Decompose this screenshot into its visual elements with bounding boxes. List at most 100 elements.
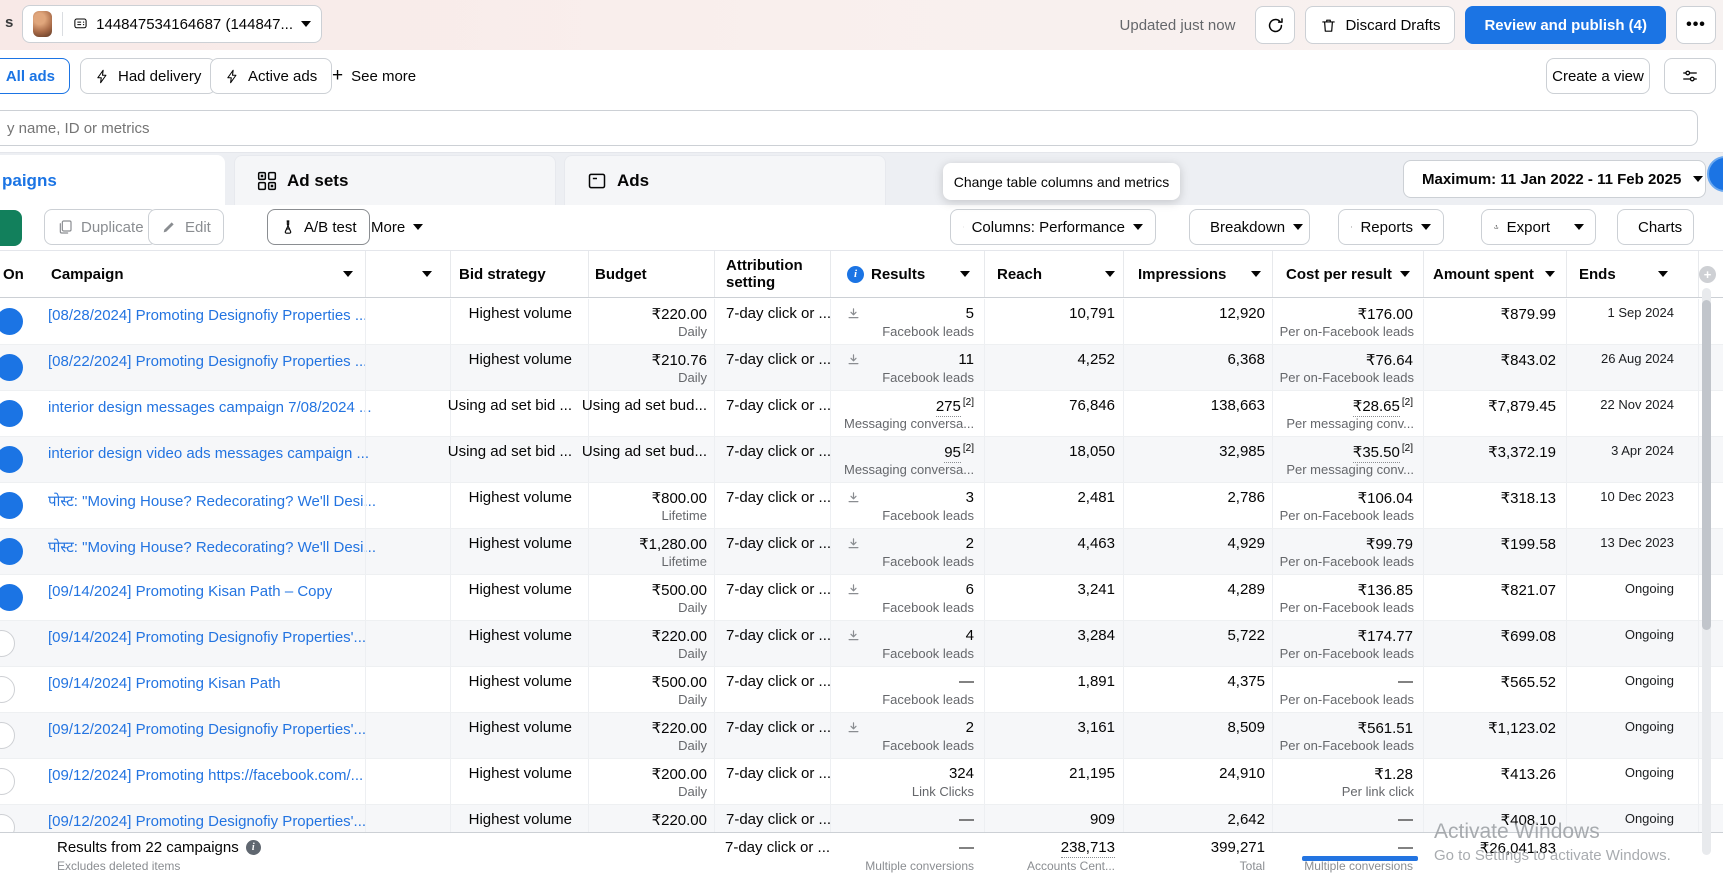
campaign-link[interactable]: पोस्ट: "Moving House? Redecorating? We'l… xyxy=(48,537,376,557)
header-campaign[interactable]: Campaign xyxy=(35,251,365,297)
header-ends[interactable]: Ends xyxy=(1566,251,1698,297)
campaign-toggle[interactable] xyxy=(0,391,35,436)
more-menu-button[interactable]: More xyxy=(371,209,423,245)
refresh-button[interactable] xyxy=(1255,6,1295,44)
campaign-link[interactable]: [09/14/2024] Promoting Designofiy Proper… xyxy=(48,629,366,646)
toggle-knob[interactable] xyxy=(0,768,15,795)
ends-value: 10 Dec 2023 xyxy=(1600,489,1674,504)
toggle-knob[interactable] xyxy=(0,676,15,703)
sort-caret-icon[interactable] xyxy=(1251,271,1261,277)
header-delivery-collapsed[interactable] xyxy=(365,251,450,297)
campaign-toggle[interactable] xyxy=(0,345,35,390)
campaign-link[interactable]: [09/12/2024] Promoting Designofiy Proper… xyxy=(48,813,366,830)
filter-had-delivery[interactable]: Had delivery xyxy=(80,58,216,94)
campaign-link[interactable]: पोस्ट: "Moving House? Redecorating? We'l… xyxy=(48,491,376,511)
export-button[interactable]: Export xyxy=(1481,209,1563,245)
header-impressions[interactable]: Impressions xyxy=(1123,251,1272,297)
see-more-button[interactable]: + See more xyxy=(332,58,416,94)
results-type: Facebook leads xyxy=(882,600,974,615)
toggle-knob[interactable] xyxy=(0,538,23,565)
sort-caret-icon[interactable] xyxy=(1105,271,1115,277)
cost-type: Per messaging conv... xyxy=(1286,462,1414,477)
sort-caret-icon[interactable] xyxy=(343,271,353,277)
info-icon[interactable]: i xyxy=(246,840,261,855)
campaign-toggle[interactable] xyxy=(0,299,35,344)
download-icon[interactable] xyxy=(846,583,861,598)
discard-drafts-button[interactable]: Discard Drafts xyxy=(1305,6,1455,44)
toggle-knob[interactable] xyxy=(0,630,15,657)
view-settings-button[interactable] xyxy=(1664,58,1716,94)
ad-account-selector[interactable]: 144847534164687 (144847... xyxy=(22,5,322,43)
header-reach[interactable]: Reach xyxy=(984,251,1123,297)
campaign-link[interactable]: [09/12/2024] Promoting https://facebook.… xyxy=(48,767,363,784)
download-icon[interactable] xyxy=(846,629,861,644)
campaign-link[interactable]: interior design video ads messages campa… xyxy=(48,445,369,462)
campaign-link[interactable]: [09/14/2024] Promoting Kisan Path xyxy=(48,675,281,692)
divider xyxy=(62,12,63,36)
breakdown-button[interactable]: Breakdown xyxy=(1189,209,1310,245)
campaign-toggle[interactable] xyxy=(0,437,35,482)
more-options-button[interactable]: ••• xyxy=(1676,6,1716,44)
tab-ad-sets[interactable]: Ad sets xyxy=(234,155,556,206)
filter-all-ads[interactable]: All ads xyxy=(0,58,70,94)
campaign-link[interactable]: [09/12/2024] Promoting Designofiy Proper… xyxy=(48,721,366,738)
create-button-clipped[interactable] xyxy=(0,210,22,246)
tab-campaigns[interactable]: paigns xyxy=(0,155,225,206)
sort-caret-icon[interactable] xyxy=(1658,271,1668,277)
filter-active-ads[interactable]: Active ads xyxy=(210,58,332,94)
header-budget[interactable]: Budget xyxy=(588,251,714,297)
header-bid-strategy[interactable]: Bid strategy xyxy=(450,251,588,297)
campaign-toggle[interactable] xyxy=(0,483,35,528)
download-icon[interactable] xyxy=(846,353,861,368)
add-column-icon[interactable]: + xyxy=(1699,266,1716,283)
sort-caret-icon[interactable] xyxy=(422,271,432,277)
columns-button[interactable]: Columns: Performance xyxy=(950,209,1156,245)
campaign-link[interactable]: [08/22/2024] Promoting Designofiy Proper… xyxy=(48,353,367,370)
charts-button[interactable]: Charts xyxy=(1617,209,1694,245)
export-caret-button[interactable] xyxy=(1562,209,1596,245)
tab-ads[interactable]: Ads xyxy=(564,155,886,206)
campaign-toggle[interactable] xyxy=(0,529,35,574)
sort-caret-icon[interactable] xyxy=(960,271,970,277)
campaign-toggle[interactable] xyxy=(0,575,35,620)
toggle-knob[interactable] xyxy=(0,492,23,519)
toggle-knob[interactable] xyxy=(0,446,23,473)
sort-caret-icon[interactable] xyxy=(1400,271,1410,277)
campaign-link[interactable]: [09/14/2024] Promoting Kisan Path – Copy xyxy=(48,583,332,600)
download-icon[interactable] xyxy=(846,307,861,322)
header-attribution[interactable]: Attribution setting xyxy=(714,251,830,297)
toggle-knob[interactable] xyxy=(0,584,23,611)
search-input-box[interactable] xyxy=(0,110,1698,146)
campaign-toggle[interactable] xyxy=(0,667,35,712)
campaign-toggle[interactable] xyxy=(0,713,35,758)
campaign-toggle[interactable] xyxy=(0,621,35,666)
download-icon[interactable] xyxy=(846,537,861,552)
table-body: [08/28/2024] Promoting Designofiy Proper… xyxy=(0,299,1723,861)
review-publish-button[interactable]: Review and publish (4) xyxy=(1465,6,1666,44)
sort-caret-icon[interactable] xyxy=(1545,271,1555,277)
toggle-knob[interactable] xyxy=(0,400,23,427)
edit-button[interactable]: Edit xyxy=(148,209,224,245)
scrollbar-thumb[interactable] xyxy=(1702,300,1711,630)
campaign-link[interactable]: [08/28/2024] Promoting Designofiy Proper… xyxy=(48,307,367,324)
search-input[interactable] xyxy=(5,119,909,138)
date-range-picker[interactable]: Maximum: 11 Jan 2022 - 11 Feb 2025 xyxy=(1403,160,1706,198)
toggle-knob[interactable] xyxy=(0,354,23,381)
info-icon[interactable]: i xyxy=(847,266,864,283)
campaign-toggle[interactable] xyxy=(0,759,35,804)
toggle-knob[interactable] xyxy=(0,308,23,335)
create-view-button[interactable]: Create a view xyxy=(1546,58,1650,94)
campaign-link[interactable]: interior design messages campaign 7/08/2… xyxy=(48,399,372,416)
header-amount-spent[interactable]: Amount spent xyxy=(1423,251,1566,297)
duplicate-button[interactable]: Duplicate xyxy=(44,209,157,245)
toggle-knob[interactable] xyxy=(0,722,15,749)
header-cost-per-result[interactable]: Cost per result xyxy=(1272,251,1423,297)
horizontal-scrollbar-thumb[interactable] xyxy=(1302,856,1418,861)
download-icon[interactable] xyxy=(846,721,861,736)
vertical-scrollbar[interactable] xyxy=(1702,288,1711,855)
header-results[interactable]: i Results xyxy=(830,251,984,297)
ab-test-button[interactable]: A/B test xyxy=(267,209,370,245)
reports-button[interactable]: Reports xyxy=(1338,209,1444,245)
budget-cell: ₹220.00 Daily xyxy=(588,713,714,758)
download-icon[interactable] xyxy=(846,491,861,506)
